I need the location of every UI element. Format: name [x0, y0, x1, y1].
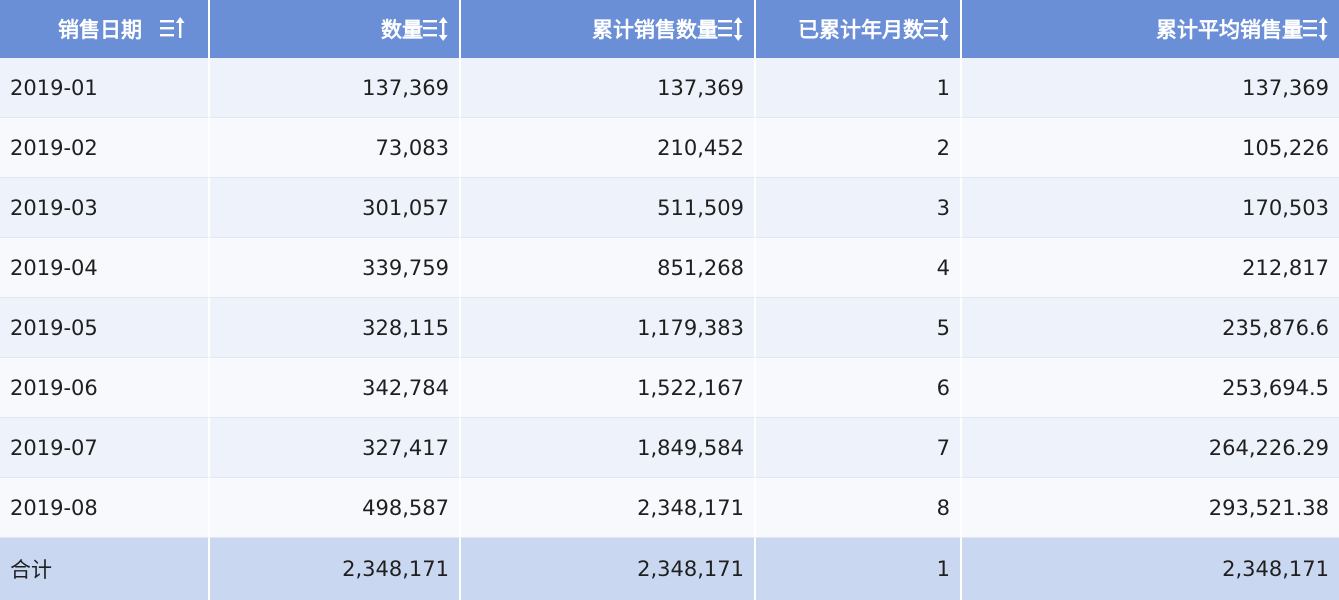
sort-asc-icon[interactable] — [158, 16, 186, 42]
column-header-label: 累计平均销售量 — [1156, 18, 1303, 42]
cell-months-count: 7 — [756, 418, 962, 478]
cell-quantity: 328,115 — [210, 298, 461, 358]
cell-cumulative-average: 293,521.38 — [962, 478, 1339, 538]
cell-cumulative-average: 137,369 — [962, 58, 1339, 118]
cell-months-count: 8 — [756, 478, 962, 538]
cell-sales-date: 2019-08 — [0, 478, 210, 538]
cell-cumulative-average: 212,817 — [962, 238, 1339, 298]
cell-months-count: 3 — [756, 178, 962, 238]
cell-quantity: 342,784 — [210, 358, 461, 418]
sales-table: 销售日期 数量 累计销售数量 已累计年月数 累计平均销售量 2019-01 13… — [0, 0, 1339, 600]
column-header-label: 已累计年月数 — [798, 18, 924, 42]
sort-both-icon[interactable] — [421, 16, 449, 42]
cell-sales-date: 2019-01 — [0, 58, 210, 118]
cell-months-count: 5 — [756, 298, 962, 358]
cell-cumulative-quantity: 1,522,167 — [461, 358, 756, 418]
cell-months-count: 4 — [756, 238, 962, 298]
cell-total-months-count: 1 — [756, 538, 962, 600]
cell-months-count: 6 — [756, 358, 962, 418]
cell-quantity: 498,587 — [210, 478, 461, 538]
cell-sales-date: 2019-03 — [0, 178, 210, 238]
cell-cumulative-average: 105,226 — [962, 118, 1339, 178]
cell-cumulative-quantity: 2,348,171 — [461, 478, 756, 538]
cell-cumulative-average: 253,694.5 — [962, 358, 1339, 418]
cell-cumulative-average: 170,503 — [962, 178, 1339, 238]
cell-quantity: 301,057 — [210, 178, 461, 238]
cell-months-count: 1 — [756, 58, 962, 118]
column-header-cumulative-average[interactable]: 累计平均销售量 — [962, 0, 1339, 58]
cell-sales-date: 2019-05 — [0, 298, 210, 358]
cell-total-cumulative-average: 2,348,171 — [962, 538, 1339, 600]
column-header-sales-date[interactable]: 销售日期 — [0, 0, 210, 58]
cell-sales-date: 2019-04 — [0, 238, 210, 298]
cell-quantity: 327,417 — [210, 418, 461, 478]
cell-cumulative-average: 235,876.6 — [962, 298, 1339, 358]
cell-sales-date: 2019-02 — [0, 118, 210, 178]
cell-cumulative-quantity: 1,179,383 — [461, 298, 756, 358]
cell-quantity: 137,369 — [210, 58, 461, 118]
column-header-quantity[interactable]: 数量 — [210, 0, 461, 58]
column-header-label: 销售日期 — [58, 18, 142, 42]
cell-sales-date: 2019-07 — [0, 418, 210, 478]
cell-cumulative-quantity: 851,268 — [461, 238, 756, 298]
cell-cumulative-quantity: 210,452 — [461, 118, 756, 178]
cell-cumulative-quantity: 137,369 — [461, 58, 756, 118]
cell-cumulative-average: 264,226.29 — [962, 418, 1339, 478]
cell-quantity: 73,083 — [210, 118, 461, 178]
cell-total-cumulative-quantity: 2,348,171 — [461, 538, 756, 600]
cell-total-quantity: 2,348,171 — [210, 538, 461, 600]
column-header-label: 累计销售数量 — [592, 18, 718, 42]
sort-both-icon[interactable] — [716, 16, 744, 42]
cell-cumulative-quantity: 511,509 — [461, 178, 756, 238]
cell-total-label: 合计 — [0, 538, 210, 600]
sort-both-icon[interactable] — [1301, 16, 1329, 42]
column-header-months-count[interactable]: 已累计年月数 — [756, 0, 962, 58]
cell-cumulative-quantity: 1,849,584 — [461, 418, 756, 478]
column-header-cumulative-quantity[interactable]: 累计销售数量 — [461, 0, 756, 58]
cell-quantity: 339,759 — [210, 238, 461, 298]
column-header-label: 数量 — [381, 18, 423, 42]
cell-sales-date: 2019-06 — [0, 358, 210, 418]
cell-months-count: 2 — [756, 118, 962, 178]
sort-both-icon[interactable] — [922, 16, 950, 42]
